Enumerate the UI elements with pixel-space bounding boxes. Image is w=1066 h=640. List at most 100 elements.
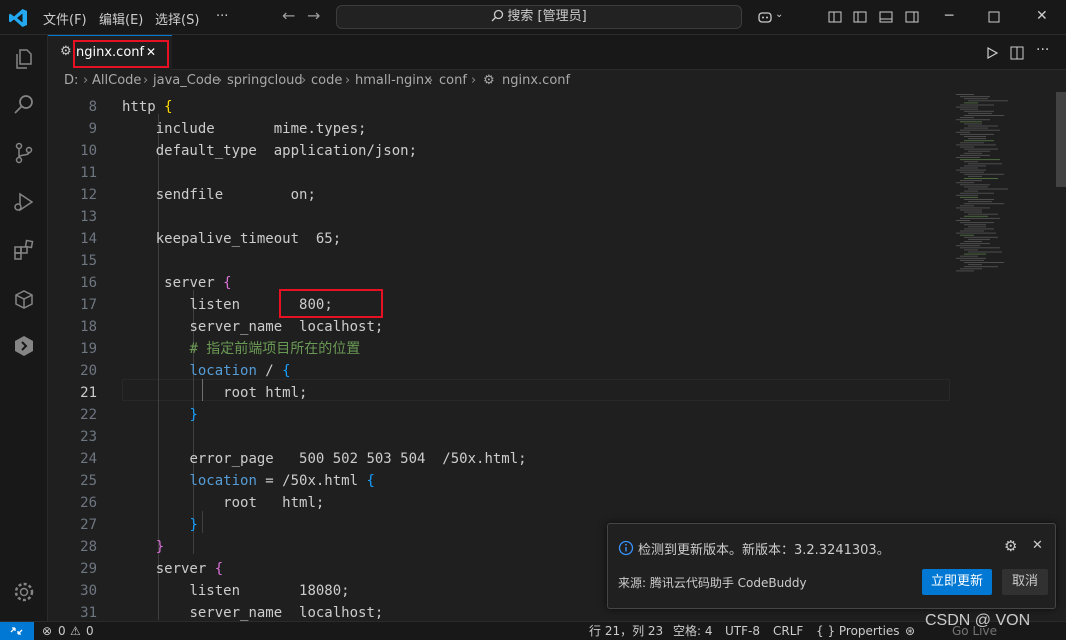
line-number: 11 — [80, 165, 97, 181]
notification-close-icon[interactable]: ✕ — [1032, 538, 1043, 553]
config-file-gear-icon: ⚙ — [60, 44, 72, 59]
code-line[interactable]: 11 — [48, 162, 948, 184]
split-editor-icon[interactable] — [1010, 46, 1024, 60]
code-line[interactable]: 15 — [48, 250, 948, 272]
code-line[interactable]: 19 # 指定前端项目所在的位置 — [48, 338, 948, 360]
code-line[interactable]: 14 keepalive_timeout 65; — [48, 228, 948, 250]
line-number: 13 — [80, 209, 97, 225]
command-center-search[interactable]: 搜索 [管理员] — [336, 5, 742, 29]
code-line[interactable]: 21 root html; — [48, 382, 948, 404]
breadcrumb-separator-icon: › — [83, 73, 89, 88]
breadcrumb-item[interactable]: code — [311, 70, 342, 92]
breadcrumb: D: › AllCode › java_Code › springcloud ›… — [48, 70, 1066, 92]
cancel-button[interactable]: 取消 — [1002, 569, 1048, 595]
search-icon — [491, 9, 504, 22]
vscode-logo-icon — [9, 9, 27, 27]
breadcrumb-item[interactable]: hmall-nginx — [355, 70, 432, 92]
toggle-panel-icon[interactable] — [878, 9, 894, 25]
line-number: 29 — [80, 561, 97, 577]
extensions-icon[interactable] — [12, 238, 36, 262]
remote-explorer-icon[interactable] — [12, 287, 36, 311]
tab-highlight-box — [73, 40, 169, 68]
toggle-sidebar-icon[interactable] — [852, 9, 868, 25]
code-text: server_name localhost; — [189, 319, 384, 335]
code-line[interactable]: 8 http { — [48, 96, 948, 118]
line-number: 22 — [80, 407, 97, 423]
code-line[interactable]: 9 include mime.types; — [48, 118, 948, 140]
code-text: location = /50x.html { — [189, 473, 375, 489]
notification-settings-gear-icon[interactable]: ⚙ — [1004, 537, 1017, 555]
code-line[interactable]: 12 sendfile on; — [48, 184, 948, 206]
warning-count[interactable]: 0 — [86, 622, 94, 640]
line-number: 20 — [80, 363, 97, 379]
breadcrumb-item[interactable]: java_Code — [153, 70, 220, 92]
language-mode[interactable]: { } Properties — [816, 622, 900, 640]
breadcrumb-item[interactable]: nginx.conf — [502, 70, 570, 92]
minimap[interactable] — [954, 92, 1054, 292]
error-count[interactable]: 0 — [58, 622, 66, 640]
code-text: listen 18080; — [189, 583, 350, 599]
code-line[interactable]: 24 error_page 500 502 503 504 /50x.html; — [48, 448, 948, 470]
code-line[interactable]: 10 default_type application/json; — [48, 140, 948, 162]
run-debug-icon[interactable] — [12, 190, 36, 214]
back-arrow-icon[interactable]: ← — [282, 6, 295, 25]
update-now-button[interactable]: 立即更新 — [922, 569, 992, 595]
breadcrumb-item[interactable]: AllCode — [92, 70, 141, 92]
menu-edit[interactable]: 编辑(E) — [99, 9, 143, 28]
code-line[interactable]: 26 root html; — [48, 492, 948, 514]
scrollbar-thumb[interactable] — [1056, 92, 1066, 187]
menu-selection[interactable]: 选择(S) — [155, 9, 199, 28]
code-line[interactable]: 16 server { — [48, 272, 948, 294]
more-actions-icon[interactable]: ··· — [1036, 42, 1049, 58]
menu-more[interactable]: ··· — [216, 9, 228, 24]
cursor-position[interactable]: 行 21，列 23 — [589, 622, 663, 640]
menu-file[interactable]: 文件(F) — [43, 9, 87, 28]
line-number: 10 — [80, 143, 97, 159]
settings-gear-icon[interactable] — [12, 580, 36, 604]
code-line[interactable]: 23 — [48, 426, 948, 448]
line-number: 27 — [80, 517, 97, 533]
line-number: 14 — [80, 231, 97, 247]
source-control-icon[interactable] — [12, 141, 36, 165]
forward-arrow-icon[interactable]: → — [307, 6, 320, 25]
code-line[interactable]: 18 server_name localhost; — [48, 316, 948, 338]
code-text: keepalive_timeout 65; — [155, 231, 342, 247]
code-line[interactable]: 17 listen 800; — [48, 294, 948, 316]
line-number: 16 — [80, 275, 97, 291]
code-line[interactable]: 22 } — [48, 404, 948, 426]
toggle-secondary-sidebar-icon[interactable] — [904, 9, 920, 25]
breadcrumb-item[interactable]: D: — [64, 70, 78, 92]
line-number: 19 — [80, 341, 97, 357]
breadcrumb-item[interactable]: springcloud — [227, 70, 303, 92]
line-number: 23 — [80, 429, 97, 445]
code-line[interactable]: 25 location = /50x.html { — [48, 470, 948, 492]
remote-connect-icon — [10, 627, 23, 635]
run-file-icon[interactable] — [985, 46, 999, 60]
breadcrumb-item[interactable]: conf — [439, 70, 467, 92]
customize-layout-icon[interactable] — [827, 9, 843, 25]
encoding[interactable]: UTF-8 — [725, 622, 760, 640]
remote-indicator[interactable] — [0, 622, 34, 640]
line-number: 25 — [80, 473, 97, 489]
search-sidebar-icon[interactable] — [12, 93, 36, 117]
copilot-status-icon[interactable]: ⊛ — [905, 622, 915, 640]
codebuddy-icon[interactable] — [12, 334, 36, 358]
copilot-icon[interactable] — [757, 9, 773, 25]
code-text: include mime.types; — [155, 121, 367, 137]
warnings-icon[interactable]: ⚠ — [70, 622, 81, 640]
line-number: 31 — [80, 605, 97, 621]
code-line[interactable]: 20 location / { — [48, 360, 948, 382]
line-number: 12 — [80, 187, 97, 203]
minimize-icon[interactable]: ─ — [945, 8, 953, 24]
copilot-dropdown-chevron-icon[interactable]: ⌄ — [775, 9, 783, 20]
errors-icon[interactable]: ⊗ — [42, 622, 52, 640]
notification-source: 来源: 腾讯云代码助手 CodeBuddy — [618, 576, 807, 590]
maximize-icon[interactable] — [988, 11, 1000, 23]
code-text: } — [189, 517, 198, 533]
end-of-line[interactable]: CRLF — [773, 622, 803, 640]
explorer-icon[interactable] — [12, 47, 36, 71]
code-line[interactable]: 13 — [48, 206, 948, 228]
close-window-icon[interactable]: ✕ — [1036, 8, 1048, 24]
code-text: http { — [122, 99, 173, 115]
indentation[interactable]: 空格: 4 — [673, 622, 713, 640]
